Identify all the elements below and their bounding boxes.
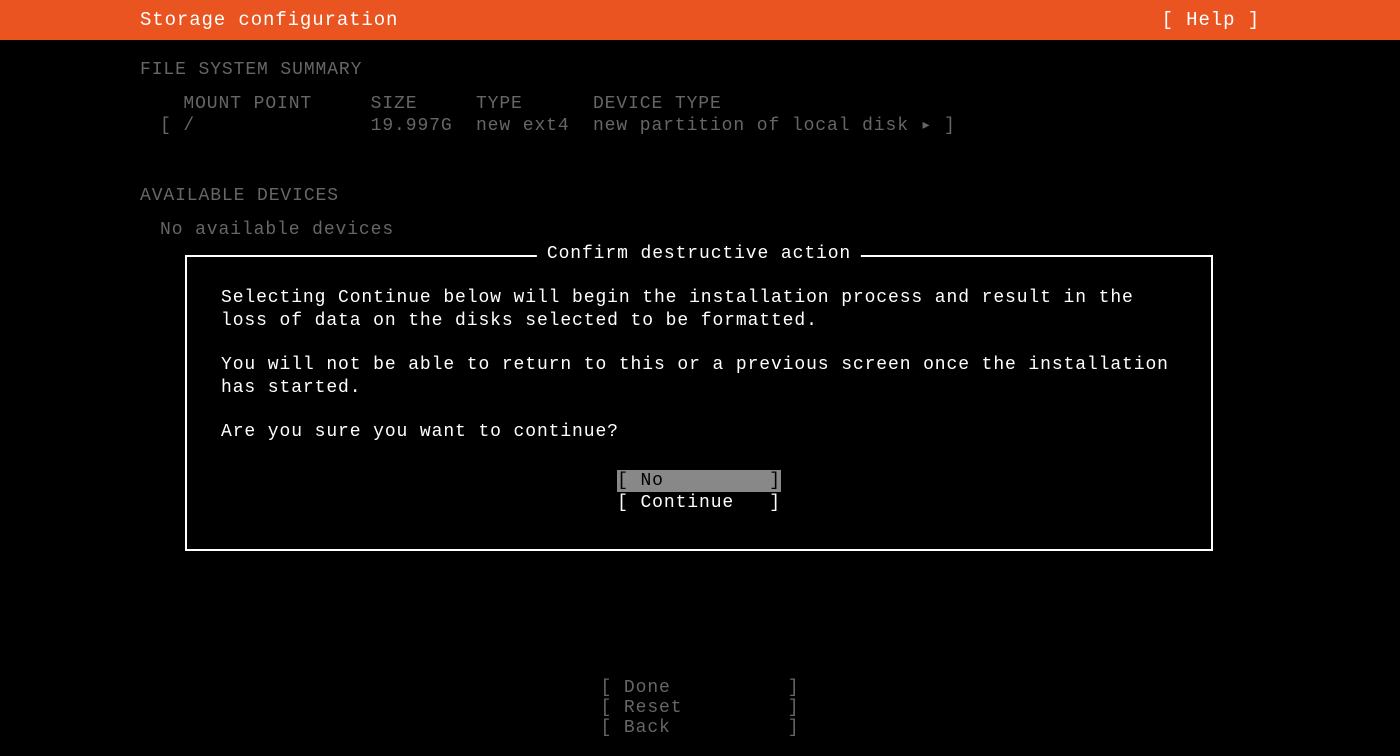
available-devices-none: No available devices bbox=[160, 220, 1260, 240]
done-button[interactable]: [ Done ] bbox=[601, 678, 800, 698]
confirm-dialog-title: Confirm destructive action bbox=[537, 244, 861, 264]
confirm-dialog-border: Confirm destructive action Selecting Con… bbox=[185, 255, 1213, 551]
header-bar: Storage configuration [ Help ] bbox=[0, 0, 1400, 40]
help-button[interactable]: [ Help ] bbox=[1162, 9, 1260, 31]
reset-button[interactable]: [ Reset ] bbox=[601, 698, 800, 718]
confirm-dialog: Confirm destructive action Selecting Con… bbox=[185, 255, 1213, 551]
footer-buttons: [ Done ] [ Reset ] [ Back ] bbox=[0, 678, 1400, 738]
dialog-paragraph-2: You will not be able to return to this o… bbox=[221, 354, 1177, 399]
dialog-buttons: [ No ] [ Continue ] bbox=[221, 470, 1177, 515]
fs-table-row[interactable]: [ / 19.997G new ext4 new partition of lo… bbox=[160, 114, 1260, 136]
no-button[interactable]: [ No ] bbox=[617, 470, 781, 493]
dialog-paragraph-3: Are you sure you want to continue? bbox=[221, 421, 1177, 444]
fs-table-header: MOUNT POINT SIZE TYPE DEVICE TYPE bbox=[160, 94, 1260, 114]
continue-button[interactable]: [ Continue ] bbox=[617, 492, 781, 515]
available-devices-title: AVAILABLE DEVICES bbox=[140, 186, 1260, 206]
dialog-paragraph-1: Selecting Continue below will begin the … bbox=[221, 287, 1177, 332]
fs-summary-table: MOUNT POINT SIZE TYPE DEVICE TYPE [ / 19… bbox=[160, 94, 1260, 136]
page-title: Storage configuration bbox=[140, 9, 398, 31]
main-content: FILE SYSTEM SUMMARY MOUNT POINT SIZE TYP… bbox=[0, 40, 1400, 240]
available-devices-section: AVAILABLE DEVICES No available devices bbox=[140, 186, 1260, 240]
confirm-dialog-body: Selecting Continue below will begin the … bbox=[221, 287, 1177, 515]
fs-summary-title: FILE SYSTEM SUMMARY bbox=[140, 60, 1260, 80]
back-button[interactable]: [ Back ] bbox=[601, 718, 800, 738]
